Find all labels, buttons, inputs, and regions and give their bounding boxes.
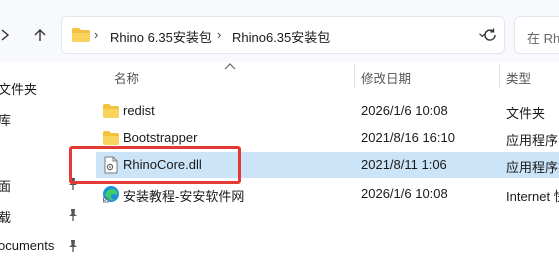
pin-icon	[69, 240, 77, 252]
column-header-type[interactable]: 类型	[506, 68, 531, 87]
chevron-right-icon	[1, 29, 10, 41]
search-input[interactable]: 在 Rhino	[527, 28, 559, 47]
sidebar-item-label: 载	[0, 210, 12, 225]
sidebar-item-documents[interactable]: ocuments	[0, 231, 88, 261]
file-name: redist	[123, 103, 155, 118]
file-type: 文件夹	[506, 106, 546, 121]
file-date: 2021/8/16 16:10	[361, 130, 455, 145]
pin-icon	[69, 209, 77, 221]
sidebar-item-label: 库	[0, 113, 12, 128]
sidebar-item-label: 面	[0, 179, 12, 194]
file-name: Bootstrapper	[123, 130, 198, 145]
file-date: 2021/8/11 1:06	[361, 157, 447, 172]
column-header-name[interactable]: 名称	[114, 68, 139, 87]
edge-shortcut-icon	[103, 186, 119, 203]
file-type: Internet 快	[506, 189, 559, 204]
refresh-button[interactable]	[477, 22, 503, 48]
sidebar-item-downloads[interactable]: 载	[0, 200, 88, 230]
file-type: 应用程序扩	[506, 160, 559, 175]
file-row-tutorial-shortcut[interactable]: 安装教程-安安软件网 2026/1/6 10:08 Internet 快	[96, 181, 559, 207]
search-box[interactable]: 在 Rhino	[514, 16, 559, 54]
column-divider[interactable]	[499, 64, 500, 88]
sidebar-item-label: 文件夹	[0, 82, 38, 97]
breadcrumb-item[interactable]: Rhino 6.35安装包	[110, 27, 212, 46]
sort-ascending-icon	[224, 63, 236, 70]
sidebar-item-folder[interactable]: 文件夹	[0, 72, 88, 102]
forward-button[interactable]	[0, 22, 18, 48]
breadcrumb-separator: ›	[94, 27, 99, 42]
file-date: 2026/1/6 10:08	[361, 186, 448, 201]
file-name: 安装教程-安安软件网	[123, 189, 245, 204]
column-header-date[interactable]: 修改日期	[361, 68, 411, 87]
folder-icon	[103, 131, 119, 145]
arrow-up-icon	[34, 29, 46, 41]
column-divider[interactable]	[354, 64, 355, 88]
sidebar-item-label: ocuments	[0, 238, 55, 253]
sidebar-item-library[interactable]: 库	[0, 103, 88, 133]
file-type: 应用程序	[506, 133, 559, 148]
address-bar[interactable]: › Rhino 6.35安装包 › Rhino6.35安装包 ⌄	[61, 16, 505, 54]
breadcrumb-item[interactable]: Rhino6.35安装包	[232, 27, 330, 46]
file-row-redist[interactable]: redist 2026/1/6 10:08 文件夹	[96, 98, 559, 124]
folder-icon	[72, 28, 90, 42]
breadcrumb-separator: ›	[217, 27, 222, 42]
annotation-highlight-box	[69, 146, 241, 184]
up-button[interactable]	[27, 22, 53, 48]
folder-icon	[103, 104, 119, 118]
file-date: 2026/1/6 10:08	[361, 103, 448, 118]
refresh-icon	[484, 28, 496, 41]
